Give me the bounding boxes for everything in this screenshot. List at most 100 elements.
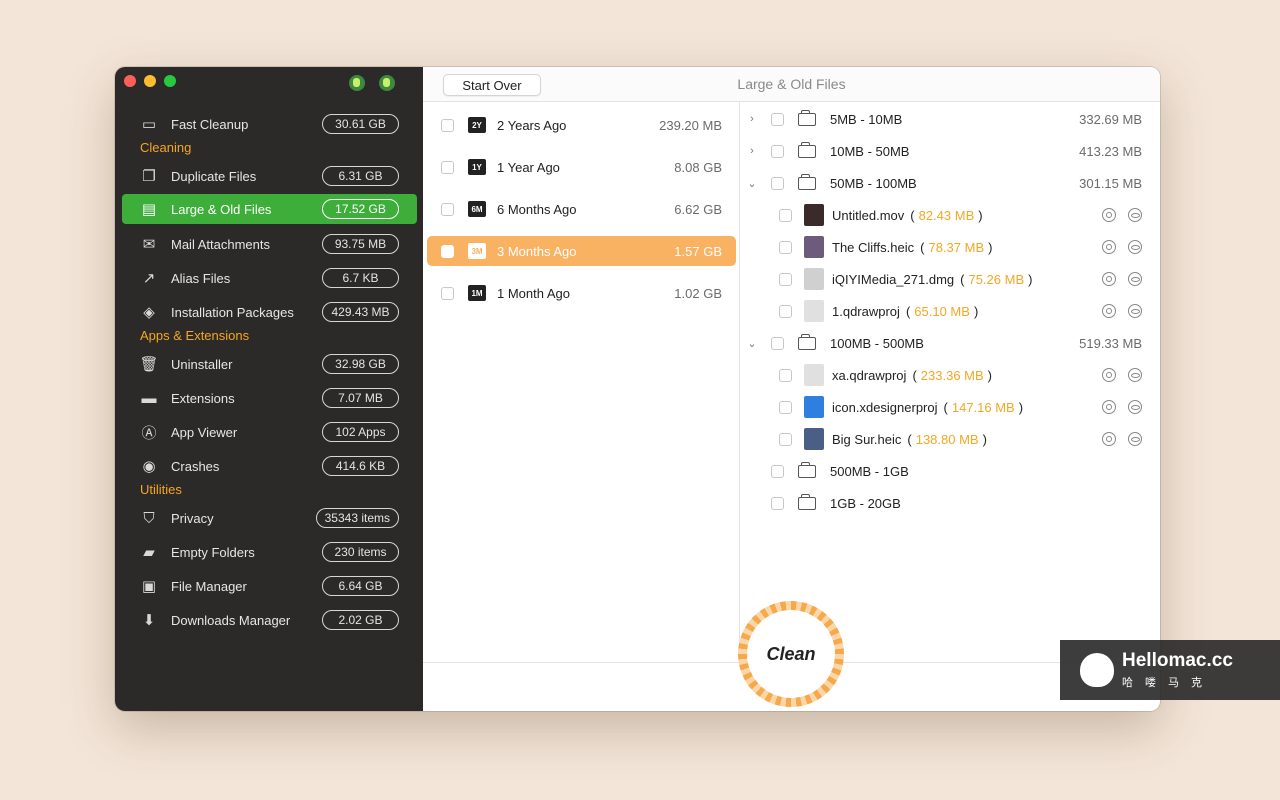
sidebar-item-installation-packages[interactable]: ◈ Installation Packages 429.43 MB (122, 297, 417, 327)
reveal-search-icon[interactable] (1102, 208, 1116, 222)
file-name: The Cliffs.heic (832, 239, 915, 255)
reveal-search-icon[interactable] (1102, 432, 1116, 446)
age-label: 1 Year Ago (497, 159, 560, 175)
sidebar-item-value: 35343 items (315, 508, 399, 528)
sidebar-item-mail-attachments[interactable]: ✉ Mail Attachments 93.75 MB (122, 229, 417, 259)
sidebar-item-app-viewer[interactable]: Ⓐ App Viewer 102 Apps (122, 417, 417, 447)
section-utilities: Utilities (140, 482, 182, 497)
age-row-1-year[interactable]: 1Y 1 Year Ago 8.08 GB (427, 152, 736, 182)
sidebar-item-duplicate-files[interactable]: ❐ Duplicate Files 6.31 GB (122, 161, 417, 191)
file-checkbox[interactable] (779, 208, 792, 222)
file-row[interactable]: Big Sur.heic ( 138.80 MB ) (741, 424, 1160, 454)
close-window-button[interactable] (124, 75, 136, 87)
age-label: 1 Month Ago (497, 285, 570, 301)
sidebar-item-uninstaller[interactable]: 🗑 Uninstaller 32.98 GB (122, 349, 417, 379)
large-files-icon: ▤ (141, 201, 157, 218)
file-row[interactable]: 1.qdrawproj ( 65.10 MB ) (741, 296, 1160, 326)
age-checkbox[interactable] (441, 286, 454, 300)
file-size: 78.37 MB (928, 239, 985, 255)
group-row[interactable]: 500MB - 1GB (741, 457, 1160, 485)
file-checkbox[interactable] (779, 368, 792, 382)
file-checkbox[interactable] (779, 272, 792, 286)
group-checkbox[interactable] (771, 176, 784, 190)
age-checkbox[interactable] (441, 202, 454, 216)
chevron-right-icon[interactable]: › (745, 145, 759, 157)
calendar-icon: 2Y (468, 117, 486, 133)
sidebar-item-alias-files[interactable]: ↗ Alias Files 6.7 KB (122, 263, 417, 293)
file-actions (1102, 304, 1142, 318)
file-actions (1102, 272, 1142, 286)
file-checkbox[interactable] (779, 400, 792, 414)
apple-logo-icon (1080, 653, 1114, 687)
file-row[interactable]: xa.qdrawproj ( 233.36 MB ) (741, 360, 1160, 390)
preview-eye-icon[interactable] (1128, 368, 1142, 382)
sidebar-item-extensions[interactable]: ▬ Extensions 7.07 MB (122, 383, 417, 413)
age-checkbox[interactable] (441, 244, 454, 258)
age-filter-list: 2Y 2 Years Ago 239.20 MB 1Y 1 Year Ago 8… (423, 102, 740, 662)
group-label: 500MB - 1GB (830, 463, 909, 479)
zoom-window-button[interactable] (164, 75, 176, 87)
age-row-3-months[interactable]: 3M 3 Months Ago 1.57 GB (427, 236, 736, 266)
preview-eye-icon[interactable] (1128, 208, 1142, 222)
file-row[interactable]: The Cliffs.heic ( 78.37 MB ) (741, 232, 1160, 262)
age-size: 239.20 MB (659, 117, 722, 133)
sidebar-item-value: 6.31 GB (322, 166, 399, 186)
group-row[interactable]: ⌄ 100MB - 500MB 519.33 MB (741, 329, 1160, 357)
age-row-6-months[interactable]: 6M 6 Months Ago 6.62 GB (427, 194, 736, 224)
group-row[interactable]: ⌄ 50MB - 100MB 301.15 MB (741, 169, 1160, 197)
group-checkbox[interactable] (771, 496, 784, 510)
calendar-icon: 3M (468, 243, 486, 259)
reveal-search-icon[interactable] (1102, 272, 1116, 286)
file-checkbox[interactable] (779, 432, 792, 446)
sidebar-item-downloads-manager[interactable]: ⬇ Downloads Manager 2.02 GB (122, 605, 417, 635)
reveal-search-icon[interactable] (1102, 240, 1116, 254)
preview-eye-icon[interactable] (1128, 400, 1142, 414)
group-row[interactable]: › 10MB - 50MB 413.23 MB (741, 137, 1160, 165)
sidebar-item-fast-cleanup[interactable]: ▭ Fast Cleanup 30.61 GB (122, 109, 417, 139)
group-checkbox[interactable] (771, 336, 784, 350)
download-icon: ⬇ (142, 612, 156, 629)
file-row[interactable]: iQIYIMedia_271.dmg ( 75.26 MB ) (741, 264, 1160, 294)
reveal-search-icon[interactable] (1102, 400, 1116, 414)
age-checkbox[interactable] (441, 118, 454, 132)
reveal-search-icon[interactable] (1102, 304, 1116, 318)
sidebar-item-privacy[interactable]: ⛉ Privacy 35343 items (122, 503, 417, 533)
document-icon (804, 300, 824, 322)
size-tree: › 5MB - 10MB 332.69 MB › 10MB - 50MB 413… (741, 102, 1160, 662)
file-row[interactable]: icon.xdesignerproj ( 147.16 MB ) (741, 392, 1160, 422)
preview-eye-icon[interactable] (1128, 272, 1142, 286)
minimize-window-button[interactable] (144, 75, 156, 87)
preview-eye-icon[interactable] (1128, 240, 1142, 254)
group-checkbox[interactable] (771, 144, 784, 158)
file-name: Untitled.mov (832, 207, 905, 223)
protection-icon[interactable] (379, 75, 395, 91)
chevron-down-icon[interactable]: ⌄ (745, 177, 759, 190)
sidebar-item-crashes[interactable]: ◉ Crashes 414.6 KB (122, 451, 417, 481)
age-row-2-years[interactable]: 2Y 2 Years Ago 239.20 MB (427, 110, 736, 140)
age-size: 6.62 GB (674, 201, 722, 217)
theme-toggle-icon[interactable] (349, 75, 365, 91)
sidebar-item-empty-folders[interactable]: ▰ Empty Folders 230 items (122, 537, 417, 567)
preview-eye-icon[interactable] (1128, 304, 1142, 318)
file-checkbox[interactable] (779, 304, 792, 318)
group-checkbox[interactable] (771, 464, 784, 478)
reveal-search-icon[interactable] (1102, 368, 1116, 382)
group-checkbox[interactable] (771, 112, 784, 126)
age-checkbox[interactable] (441, 160, 454, 174)
file-row[interactable]: Untitled.mov ( 82.43 MB ) (741, 200, 1160, 230)
chevron-down-icon[interactable]: ⌄ (745, 337, 759, 350)
file-size: 138.80 MB (915, 431, 979, 447)
chevron-right-icon[interactable]: › (745, 113, 759, 125)
age-row-1-month[interactable]: 1M 1 Month Ago 1.02 GB (427, 278, 736, 308)
monitor-icon: ▭ (141, 116, 157, 133)
age-label: 3 Months Ago (497, 243, 577, 259)
group-row[interactable]: 1GB - 20GB (741, 489, 1160, 517)
preview-eye-icon[interactable] (1128, 432, 1142, 446)
sidebar-item-file-manager[interactable]: ▣ File Manager 6.64 GB (122, 571, 417, 601)
sidebar-item-large-old-files[interactable]: ▤ Large & Old Files 17.52 GB (122, 194, 417, 224)
mail-icon: ✉ (142, 236, 156, 253)
group-row[interactable]: › 5MB - 10MB 332.69 MB (741, 105, 1160, 133)
file-checkbox[interactable] (779, 240, 792, 254)
clean-button[interactable]: Clean (738, 601, 844, 707)
sidebar-item-label: Fast Cleanup (171, 116, 249, 132)
